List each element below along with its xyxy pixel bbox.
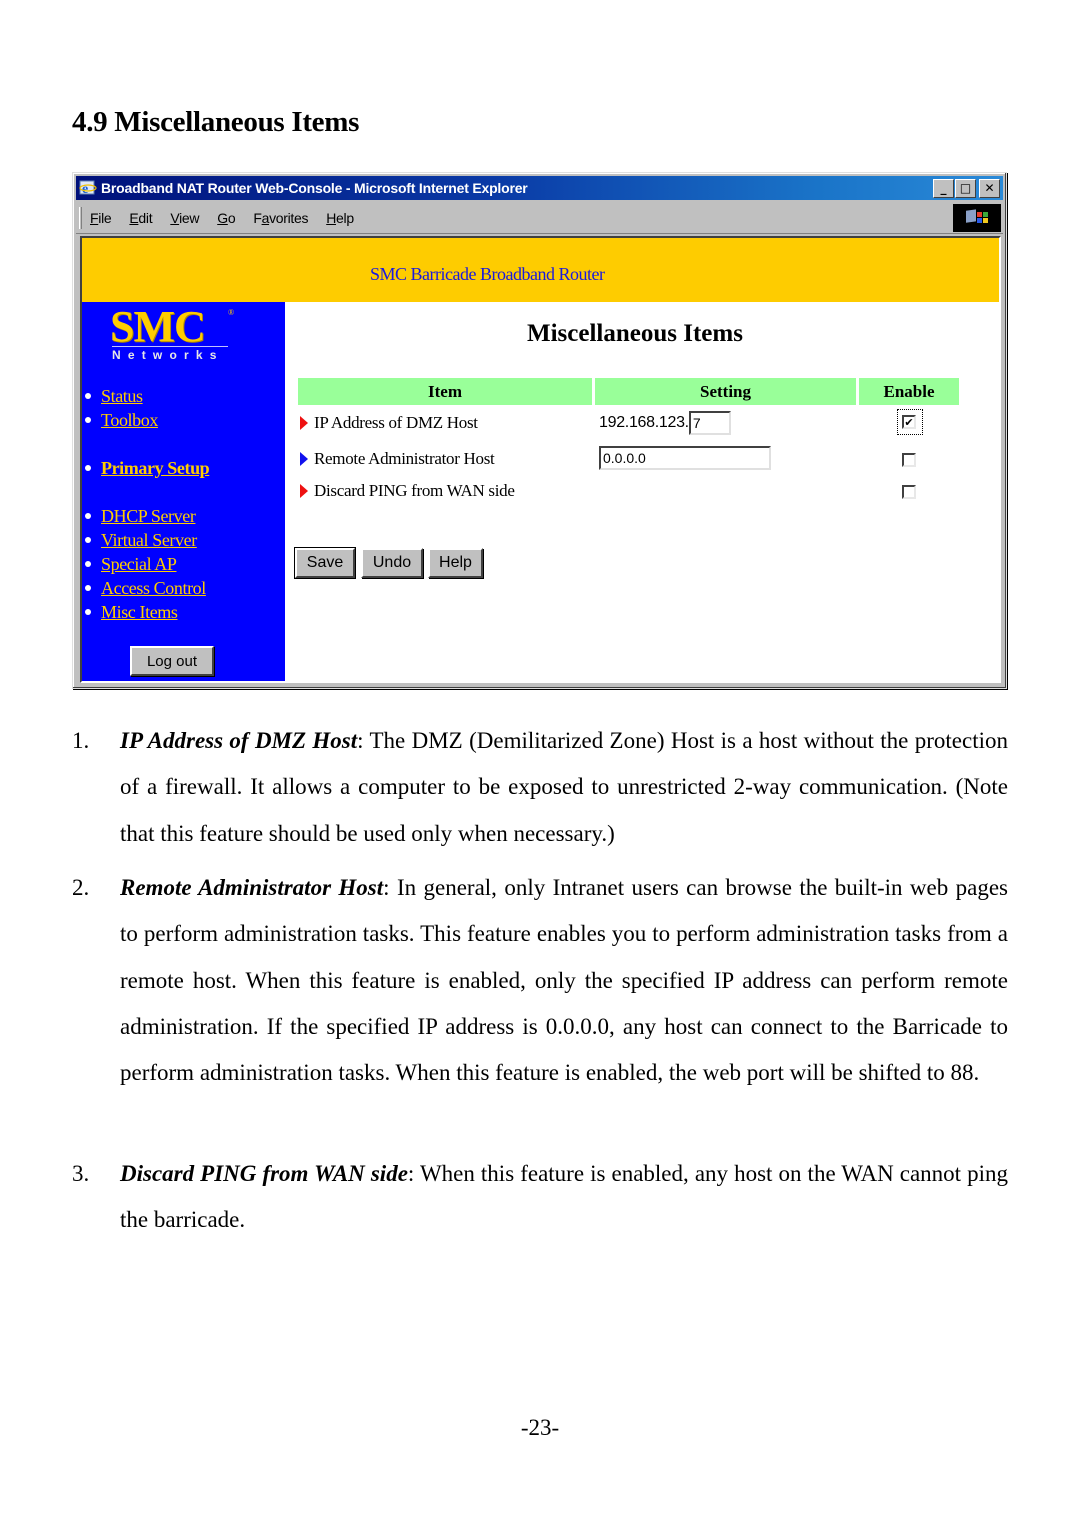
page-title: Miscellaneous Items <box>527 320 743 347</box>
description-text: : In general, only Intranet users can br… <box>120 875 1009 1086</box>
menu-go[interactable]: Go <box>217 210 235 226</box>
red-arrow-icon <box>300 484 308 498</box>
column-header-item: Item <box>298 378 592 405</box>
description-term: Discard PING from WAN side <box>120 1161 408 1186</box>
bullet-icon <box>85 513 91 519</box>
row-label: IP Address of DMZ Host <box>314 413 478 432</box>
logo-divider <box>112 346 228 347</box>
sidebar-item-access-control[interactable]: Access Control <box>82 577 206 599</box>
nav-link-virtual-server[interactable]: Virtual Server <box>101 530 197 551</box>
description-discard-ping: 3. Discard PING from WAN side: When this… <box>72 1151 1008 1244</box>
bullet-icon <box>85 393 91 399</box>
sidebar-item-virtual-server[interactable]: Virtual Server <box>82 529 197 551</box>
table-row-discard-ping: Discard PING from WAN side <box>300 479 515 503</box>
browser-window: e Broadband NAT Router Web-Console - Mic… <box>72 172 1007 689</box>
title-bar[interactable]: e Broadband NAT Router Web-Console - Mic… <box>76 176 1003 200</box>
windows-logo-icon <box>966 209 988 223</box>
red-arrow-icon <box>300 416 308 430</box>
minimize-button[interactable]: _ <box>933 178 954 198</box>
logo-tagline: Networks <box>112 348 224 362</box>
description-term: IP Address of DMZ Host <box>120 728 358 753</box>
menu-favorites[interactable]: Favorites <box>253 210 308 226</box>
blue-arrow-icon <box>300 452 308 466</box>
row-label: Remote Administrator Host <box>314 449 495 468</box>
main-content: Miscellaneous Items Item Setting Enable … <box>285 302 999 681</box>
bullet-icon <box>85 537 91 543</box>
svg-text:e: e <box>82 182 88 197</box>
menu-edit[interactable]: Edit <box>129 210 152 226</box>
toolbar-grip[interactable] <box>79 206 82 229</box>
nav-link-special-ap[interactable]: Special AP <box>101 554 177 575</box>
column-header-enable: Enable <box>859 378 959 405</box>
banner-title: SMC Barricade Broadband Router <box>370 264 605 284</box>
list-number: 3. <box>72 1161 90 1186</box>
remote-admin-enable-checkbox[interactable] <box>902 453 916 467</box>
menu-bar: File Edit View Go Favorites Help <box>76 202 1003 234</box>
page-number: -23- <box>520 1415 560 1440</box>
undo-button[interactable]: Undo <box>361 548 423 578</box>
sidebar-item-special-ap[interactable]: Special AP <box>82 553 177 575</box>
window-title: Broadband NAT Router Web-Console - Micro… <box>101 180 528 196</box>
sidebar: SMC ® Networks Status Toolbox Primary Se… <box>82 302 285 681</box>
sidebar-item-toolbox[interactable]: Toolbox <box>82 409 158 431</box>
registered-mark: ® <box>228 308 235 317</box>
row-label: Discard PING from WAN side <box>314 481 515 500</box>
remote-admin-setting <box>599 445 771 471</box>
maximize-button[interactable]: □ <box>955 178 976 198</box>
close-icon: ✕ <box>984 181 995 195</box>
list-number: 1. <box>72 728 90 753</box>
description-term: Remote Administrator Host <box>120 875 384 900</box>
menu-file[interactable]: File <box>90 210 112 226</box>
maximize-icon: □ <box>959 181 972 195</box>
bullet-icon <box>85 465 91 471</box>
checkmark-icon: ✔ <box>904 415 914 429</box>
nav-link-misc-items[interactable]: Misc Items <box>101 602 178 623</box>
column-header-setting: Setting <box>595 378 856 405</box>
bullet-icon <box>85 417 91 423</box>
bullet-icon <box>85 561 91 567</box>
nav-link-dhcp-server[interactable]: DHCP Server <box>101 506 196 527</box>
section-heading: 4.9 Miscellaneous Items <box>72 106 360 138</box>
nav-link-status[interactable]: Status <box>101 386 143 407</box>
table-row-remote-admin: Remote Administrator Host <box>300 447 495 471</box>
nav-link-toolbox[interactable]: Toolbox <box>101 410 158 431</box>
nav-link-primary-setup[interactable]: Primary Setup <box>101 458 210 479</box>
description-remote-admin: 2. Remote Administrator Host: In general… <box>72 865 1008 1096</box>
smc-logo: SMC ® Networks <box>110 302 240 363</box>
bullet-icon <box>85 585 91 591</box>
discard-ping-enable-checkbox[interactable] <box>902 485 916 499</box>
sidebar-item-status[interactable]: Status <box>82 385 143 407</box>
logo-brand: SMC <box>110 302 206 351</box>
minimize-icon: _ <box>940 181 947 195</box>
save-button[interactable]: Save <box>294 547 356 579</box>
logout-button[interactable]: Log out <box>130 646 214 676</box>
bullet-icon <box>85 609 91 615</box>
dmz-host-setting: 192.168.123. <box>599 410 731 436</box>
remote-admin-host-input[interactable] <box>599 446 771 470</box>
dmz-host-last-octet-input[interactable] <box>688 411 731 435</box>
page-viewport: SMC Barricade Broadband Router SMC ® Net… <box>80 236 1001 683</box>
sidebar-item-primary-setup[interactable]: Primary Setup <box>82 457 210 479</box>
description-dmz-host: 1. IP Address of DMZ Host: The DMZ (Demi… <box>72 718 1008 857</box>
table-row-dmz-host: IP Address of DMZ Host <box>300 411 478 435</box>
windows-logo-throbber <box>953 204 1001 232</box>
menu-help[interactable]: Help <box>326 210 354 226</box>
list-number: 2. <box>72 875 90 900</box>
sidebar-item-dhcp-server[interactable]: DHCP Server <box>82 505 196 527</box>
nav-link-access-control[interactable]: Access Control <box>101 578 206 599</box>
sidebar-item-misc-items[interactable]: Misc Items <box>82 601 178 623</box>
dmz-host-enable-checkbox[interactable]: ✔ <box>902 415 916 429</box>
internet-explorer-icon: e <box>79 179 97 197</box>
menu-view[interactable]: View <box>170 210 199 226</box>
close-button[interactable]: ✕ <box>979 178 1000 198</box>
dmz-ip-prefix: 192.168.123. <box>599 414 689 431</box>
help-button[interactable]: Help <box>428 548 483 578</box>
router-banner: SMC Barricade Broadband Router <box>82 238 999 302</box>
